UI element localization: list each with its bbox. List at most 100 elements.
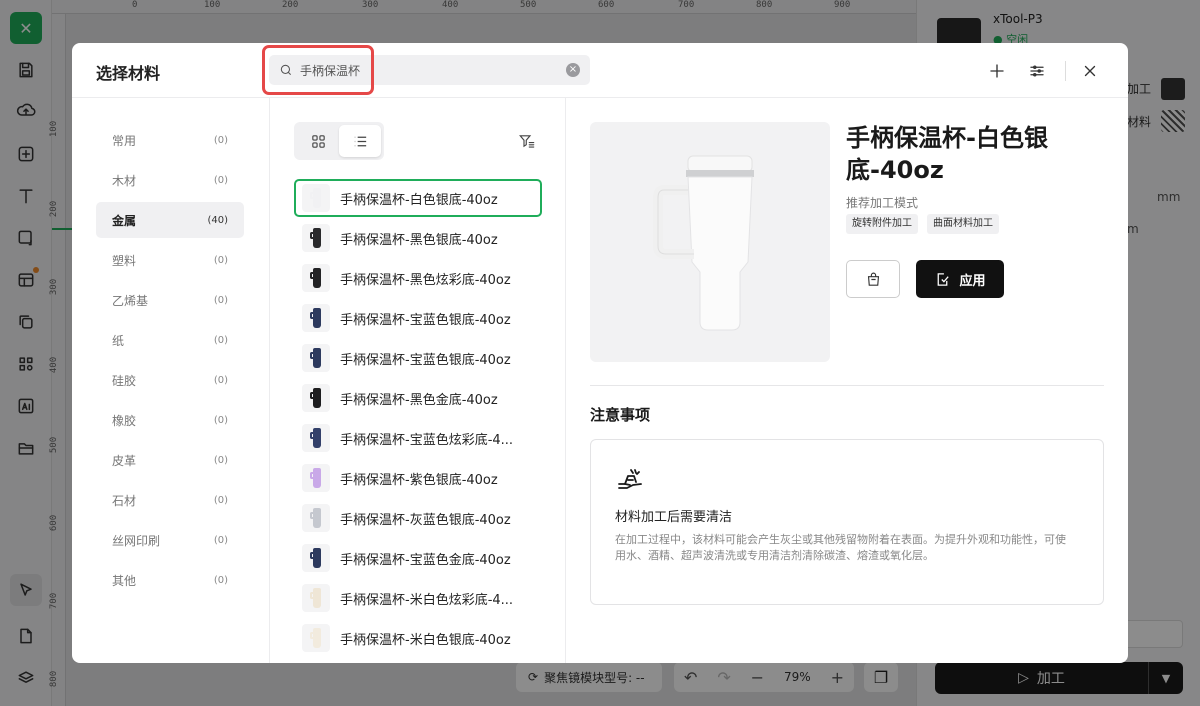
category-item[interactable]: 乙烯基 (0) [96,282,244,318]
material-item[interactable]: 手柄保温杯-黑色银底-40oz [294,219,542,257]
material-item[interactable]: 手柄保温杯-黑色金底-40oz [294,379,542,417]
product-image [590,122,830,362]
sliders-icon [1030,65,1044,77]
material-item[interactable]: 手柄保温杯-白色银底-40oz [294,179,542,217]
add-material-button[interactable] [985,59,1009,83]
category-count: (0) [213,414,228,426]
category-item[interactable]: 其他 (0) [96,562,244,598]
material-item[interactable]: 手柄保温杯-宝蓝色银底-40oz [294,339,542,377]
grid-view-icon [311,134,325,148]
category-count: (0) [213,534,228,546]
shopping-bag-icon [867,272,879,286]
category-item[interactable]: 皮革 (0) [96,442,244,478]
material-name: 手柄保温杯-宝蓝色金底-40oz [340,552,511,568]
category-item[interactable]: 木材 (0) [96,162,244,198]
material-thumbnail [302,344,330,372]
category-item[interactable]: 金属 (40) [96,202,244,238]
material-name: 手柄保温杯-黑色银底-40oz [340,232,498,248]
material-thumbnail [302,624,330,652]
material-item[interactable]: 手柄保温杯-紫色银底-40oz [294,459,542,497]
category-list: 常用 (0) 木材 (0) 金属 (40) 塑料 (0) 乙烯基 (0) 纸 (0) 硅胶 (0) 橡胶 (0… [72,98,270,663]
cleaning-icon [615,464,645,494]
category-count: (0) [213,334,228,346]
material-thumbnail [302,424,330,452]
clear-search-icon[interactable]: × [566,63,580,77]
shop-button[interactable] [846,260,900,298]
category-label: 金属 [112,213,137,228]
material-thumbnail [302,504,330,532]
material-thumbnail [302,224,330,252]
detail-divider [590,385,1104,386]
material-name: 手柄保温杯-灰蓝色银底-40oz [340,512,511,528]
material-name: 手柄保温杯-宝蓝色银底-40oz [340,352,511,368]
note-heading: 材料加工后需要清洁 [615,510,733,525]
settings-button[interactable] [1025,59,1049,83]
category-item[interactable]: 橡胶 (0) [96,402,244,438]
material-item[interactable]: 手柄保温杯-米白色炫彩底-4... [294,579,542,617]
category-label: 皮革 [112,453,137,468]
list-view-icon [354,136,366,146]
category-count: (0) [213,174,228,186]
category-label: 硅胶 [112,373,137,388]
category-label: 丝网印刷 [112,533,161,548]
material-thumbnail [302,264,330,292]
material-detail: 手柄保温杯-白色银底-40oz 推荐加工模式 旋转附件加工 曲面材料加工 应用 … [566,98,1128,663]
category-item[interactable]: 丝网印刷 (0) [96,522,244,558]
material-thumbnail [302,384,330,412]
filter-icon [519,135,535,148]
category-label: 纸 [112,333,125,348]
category-item[interactable]: 石材 (0) [96,482,244,518]
apply-button[interactable]: 应用 [916,260,1004,298]
category-count: (0) [213,294,228,306]
category-count: (40) [207,214,228,226]
material-name: 手柄保温杯-紫色银底-40oz [340,472,498,488]
category-label: 橡胶 [112,413,137,428]
material-thumbnail [302,544,330,572]
plus-icon [990,64,1004,78]
material-thumbnail [302,584,330,612]
header-divider [1065,61,1066,81]
material-item[interactable]: 手柄保温杯-灰蓝色银底-40oz [294,499,542,537]
grid-view-button[interactable] [297,125,339,157]
material-name: 手柄保温杯-米白色炫彩底-4... [340,592,514,608]
list-view-button[interactable] [339,125,381,157]
material-title: 手柄保温杯-白色银底-40oz [846,124,1048,184]
mode-tag: 曲面材料加工 [927,214,999,234]
search-highlight-box [262,45,374,95]
mode-tag: 旋转附件加工 [846,214,918,234]
category-label: 塑料 [112,253,137,268]
category-count: (0) [213,494,228,506]
material-name: 手柄保温杯-米白色银底-40oz [340,632,511,648]
material-item[interactable]: 手柄保温杯-黑色炫彩底-40oz [294,259,542,297]
category-label: 木材 [112,173,137,188]
category-count: (0) [213,574,228,586]
close-icon [1084,65,1096,77]
close-button[interactable] [1078,59,1102,83]
material-item[interactable]: 手柄保温杯-宝蓝色金底-40oz [294,539,542,577]
category-count: (0) [213,134,228,146]
material-item[interactable]: 手柄保温杯-宝蓝色银底-40oz [294,299,542,337]
material-item[interactable]: 手柄保温杯-米白色银底-40oz [294,619,542,657]
category-item[interactable]: 塑料 (0) [96,242,244,278]
filter-button[interactable] [518,132,538,152]
category-item[interactable]: 硅胶 (0) [96,362,244,398]
recommended-mode-label: 推荐加工模式 [846,196,919,210]
material-name: 手柄保温杯-宝蓝色银底-40oz [340,312,511,328]
apply-button-label: 应用 [959,273,986,289]
material-thumbnail [302,304,330,332]
material-name: 手柄保温杯-宝蓝色炫彩底-4... [340,432,514,448]
material-item[interactable]: 手柄保温杯-宝蓝色炫彩底-4... [294,419,542,457]
material-name: 手柄保温杯-黑色金底-40oz [340,392,498,408]
material-name: 手柄保温杯-黑色炫彩底-40oz [340,272,511,288]
category-label: 常用 [112,133,137,148]
category-count: (0) [213,254,228,266]
notes-title: 注意事项 [590,406,651,424]
category-count: (0) [213,374,228,386]
category-item[interactable]: 常用 (0) [96,122,244,158]
note-body: 在加工过程中，该材料可能会产生灰尘或其他残留物附着在表面。为提升外观和功能性，可… [615,533,1066,562]
category-label: 乙烯基 [112,293,149,308]
material-list-panel: 手柄保温杯-白色银底-40oz 手柄保温杯-黑色银底-40oz 手柄保温杯-黑色炫彩… [270,98,566,663]
category-item[interactable]: 纸 (0) [96,322,244,358]
dialog-title: 选择材料 [96,64,161,83]
material-thumbnail [302,184,330,212]
